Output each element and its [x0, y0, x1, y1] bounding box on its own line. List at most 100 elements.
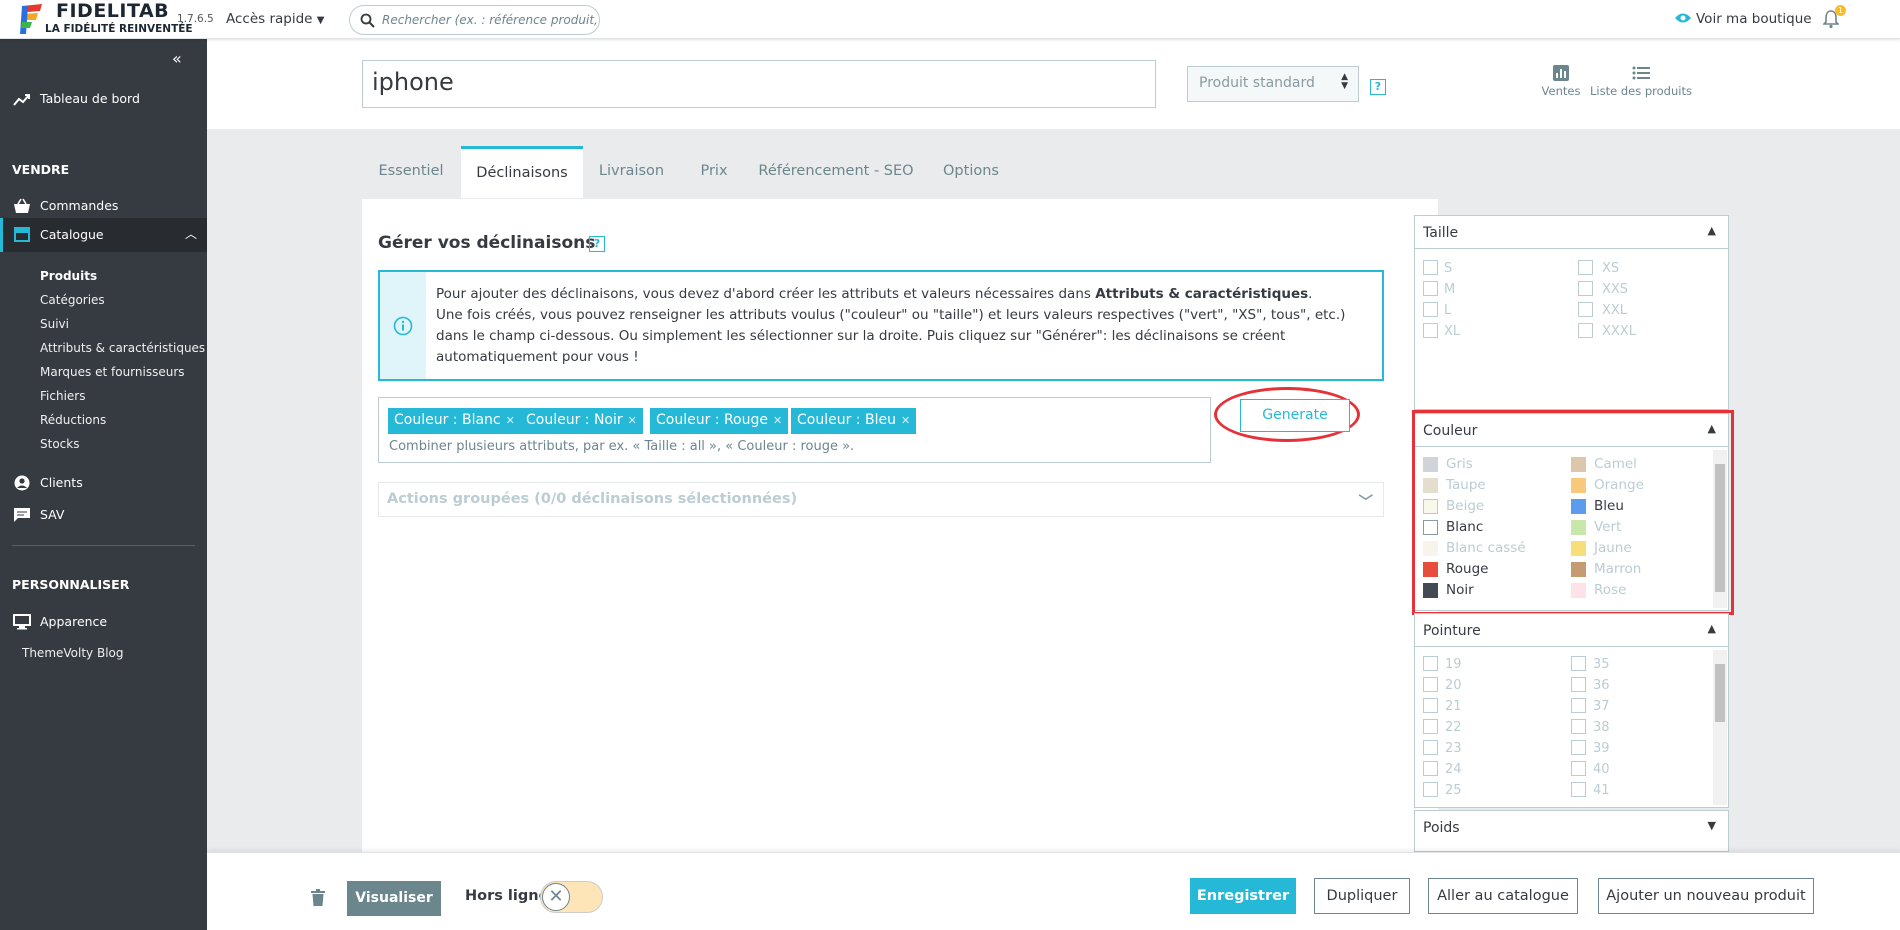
sidebar-subitem-products[interactable]: Produits	[40, 269, 97, 283]
sidebar-item-clients[interactable]: Clients	[0, 475, 207, 499]
weight-panel-header[interactable]: Poids ▼	[1415, 811, 1728, 844]
shoe-size-checkbox[interactable]	[1423, 782, 1438, 797]
shoe-size-checkbox[interactable]	[1571, 677, 1586, 692]
size-checkbox[interactable]	[1578, 302, 1593, 317]
shoe-size-checkbox[interactable]	[1571, 782, 1586, 797]
sidebar-subitem-stocks[interactable]: Stocks	[40, 437, 79, 451]
help-icon[interactable]: ?	[589, 236, 605, 252]
view-shop-label: Voir ma boutique	[1696, 11, 1812, 27]
collapse-sidebar-icon[interactable]: «	[172, 49, 182, 68]
sidebar-item-catalog[interactable]: Catalogue ︿	[0, 218, 207, 252]
highlight-box	[1412, 410, 1734, 615]
tab-options[interactable]: Options	[924, 147, 1018, 199]
sidebar-subitem-tracking[interactable]: Suivi	[40, 317, 69, 331]
sidebar-item-label: Commandes	[40, 198, 119, 213]
close-icon[interactable]: ✕	[901, 414, 910, 427]
sidebar-subitem-brands[interactable]: Marques et fournisseurs	[40, 365, 185, 379]
shoe-size-checkbox[interactable]	[1423, 740, 1438, 755]
size-checkbox[interactable]	[1423, 323, 1438, 338]
save-button[interactable]: Enregistrer	[1190, 878, 1296, 914]
trash-icon[interactable]	[311, 889, 325, 906]
sidebar-item-sav[interactable]: SAV	[0, 507, 207, 531]
tab-shipping[interactable]: Livraison	[585, 147, 678, 199]
attributes-link[interactable]: Attributs & caractéristiques	[1095, 286, 1308, 302]
size-checkbox[interactable]	[1578, 260, 1593, 275]
shoe-size-checkbox[interactable]	[1571, 719, 1586, 734]
product-name-input[interactable]: iphone	[362, 60, 1156, 108]
tag-red[interactable]: Couleur : Rouge ✕	[650, 408, 789, 434]
close-icon: ✕	[542, 883, 570, 911]
close-icon[interactable]: ✕	[506, 414, 515, 427]
bulk-actions-bar[interactable]: Actions groupées (0/0 déclinaisons sélec…	[378, 482, 1384, 517]
shoe-size-checkbox[interactable]	[1423, 761, 1438, 776]
sidebar-subitem-discounts[interactable]: Réductions	[40, 413, 106, 427]
tab-seo[interactable]: Référencement - SEO	[750, 147, 922, 199]
shoe-size-label: 39	[1593, 741, 1610, 756]
info-alert: Pour ajouter des déclinaisons, vous deve…	[378, 270, 1384, 381]
scrollbar[interactable]	[1713, 650, 1727, 805]
sidebar-item-blog[interactable]: ThemeVolty Blog	[22, 646, 124, 660]
shoe-size-label: 21	[1445, 699, 1462, 714]
sidebar-section-sell: VENDRE	[12, 162, 70, 177]
shoe-size-checkbox[interactable]	[1423, 677, 1438, 692]
product-list-button[interactable]: Liste des produits	[1590, 65, 1692, 98]
size-label: XS	[1602, 261, 1620, 276]
go-to-catalog-button[interactable]: Aller au catalogue	[1428, 878, 1578, 914]
size-label: XL	[1444, 324, 1461, 339]
tag-blue[interactable]: Couleur : Bleu ✕	[791, 408, 917, 434]
product-type-select[interactable]: Produit standard ▲ ▼	[1187, 66, 1359, 102]
view-shop-link[interactable]: Voir ma boutique	[1674, 11, 1812, 27]
sidebar-item-label: Clients	[40, 475, 83, 490]
tab-essential[interactable]: Essentiel	[362, 147, 460, 199]
online-toggle[interactable]: ✕	[540, 881, 603, 913]
sales-label: Ventes	[1541, 84, 1581, 98]
shopping-basket-icon	[14, 198, 30, 213]
caret-down-icon: ▼	[316, 15, 325, 26]
sidebar-item-dashboard[interactable]: Tableau de bord	[0, 91, 207, 115]
chevron-down-icon: ﹀	[1358, 495, 1374, 511]
sidebar-item-label: Apparence	[40, 614, 108, 629]
generate-button[interactable]: Generate	[1240, 399, 1350, 432]
shoe-size-checkbox[interactable]	[1423, 698, 1438, 713]
store-icon	[14, 227, 30, 242]
sidebar-subitem-attributes[interactable]: Attributs & caractéristiques	[40, 341, 205, 355]
preview-button[interactable]: Visualiser	[347, 881, 441, 916]
shoe-size-checkbox[interactable]	[1423, 719, 1438, 734]
tab-combinations[interactable]: Déclinaisons	[461, 146, 583, 198]
sales-button[interactable]: Ventes	[1540, 65, 1582, 98]
size-checkbox[interactable]	[1423, 281, 1438, 296]
shoe-size-checkbox[interactable]	[1571, 761, 1586, 776]
sidebar-subitem-files[interactable]: Fichiers	[40, 389, 85, 403]
fidelitab-logo-icon[interactable]	[18, 2, 44, 36]
size-label: XXXL	[1602, 324, 1636, 339]
close-icon[interactable]: ✕	[628, 414, 637, 427]
size-checkbox[interactable]	[1578, 281, 1593, 296]
search-placeholder: Rechercher (ex. : référence produit, nom	[382, 13, 597, 27]
tab-pricing[interactable]: Prix	[680, 147, 748, 199]
tag-label: Couleur : Bleu	[797, 412, 896, 428]
help-icon[interactable]: ?	[1370, 79, 1386, 95]
shoe-size-checkbox[interactable]	[1423, 656, 1438, 671]
size-checkbox[interactable]	[1578, 323, 1593, 338]
shoe-size-checkbox[interactable]	[1571, 740, 1586, 755]
weight-attribute-panel: Poids ▼	[1414, 810, 1729, 852]
sidebar: « Tableau de bord VENDRE Commandes Catal…	[0, 39, 207, 930]
quick-access-menu[interactable]: Accès rapide ▼	[226, 11, 325, 27]
sidebar-item-label: Tableau de bord	[40, 91, 140, 106]
close-icon[interactable]: ✕	[773, 414, 782, 427]
sidebar-subitem-categories[interactable]: Catégories	[40, 293, 105, 307]
size-panel-header[interactable]: Taille ▲	[1415, 216, 1728, 249]
search-input[interactable]: Rechercher (ex. : référence produit, nom	[349, 5, 600, 35]
shoe-size-panel-header[interactable]: Pointure ▲	[1415, 614, 1728, 647]
shoe-size-label: 38	[1593, 720, 1610, 735]
size-checkbox[interactable]	[1423, 260, 1438, 275]
attribute-tag-input[interactable]: Couleur : Blanc ✕ Couleur : Noir ✕ Couleur…	[378, 397, 1211, 463]
shoe-size-checkbox[interactable]	[1571, 698, 1586, 713]
add-new-product-button[interactable]: Ajouter un nouveau produit	[1598, 878, 1814, 914]
shoe-size-checkbox[interactable]	[1571, 656, 1586, 671]
tag-black[interactable]: Couleur : Noir ✕	[520, 408, 643, 434]
tag-white[interactable]: Couleur : Blanc ✕	[388, 408, 521, 434]
sidebar-item-appearance[interactable]: Apparence	[0, 614, 207, 638]
duplicate-button[interactable]: Dupliquer	[1314, 878, 1410, 914]
size-checkbox[interactable]	[1423, 302, 1438, 317]
